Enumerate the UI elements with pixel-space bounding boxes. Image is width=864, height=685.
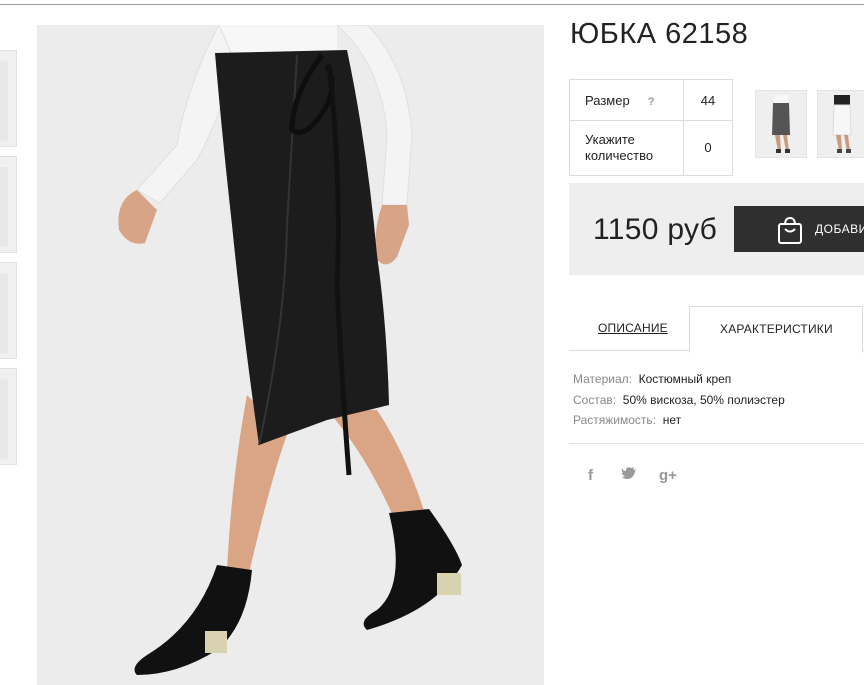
tab-characteristics[interactable]: ХАРАКТЕРИСТИКИ bbox=[689, 306, 863, 353]
spec-key: Растяжимость: bbox=[573, 413, 657, 427]
section-divider bbox=[569, 443, 864, 444]
quantity-input[interactable]: 0 bbox=[683, 120, 733, 176]
main-product-image[interactable] bbox=[37, 25, 544, 685]
gallery-thumbnail[interactable] bbox=[0, 368, 17, 465]
spec-value: Костюмный креп bbox=[638, 372, 732, 386]
facebook-icon[interactable]: f bbox=[588, 467, 593, 484]
twitter-icon[interactable] bbox=[621, 467, 637, 485]
size-value[interactable]: 44 bbox=[683, 79, 733, 121]
spec-row: Состав: 50% вискоза, 50% полиэстер bbox=[573, 390, 785, 411]
spec-row: Растяжимость: нет bbox=[573, 410, 785, 431]
spec-key: Материал: bbox=[573, 372, 632, 386]
top-divider bbox=[0, 4, 864, 5]
shopping-bag-icon bbox=[776, 215, 804, 250]
product-thumbnail[interactable] bbox=[817, 90, 864, 158]
gallery-thumbnail[interactable] bbox=[0, 156, 17, 253]
tab-characteristics-label: ХАРАКТЕРИСТИКИ bbox=[720, 322, 833, 336]
size-label-cell: Размер? bbox=[568, 79, 685, 121]
spec-row: Материал: Костюмный креп bbox=[573, 369, 785, 390]
spec-value: нет bbox=[662, 413, 682, 427]
characteristics-list: Материал: Костюмный креп Состав: 50% вис… bbox=[573, 369, 785, 431]
thumbnail-illustration bbox=[832, 95, 852, 153]
product-photo-illustration bbox=[118, 25, 462, 675]
product-options-table: Размер? 44 Укажите количество 0 bbox=[568, 79, 733, 176]
google-plus-icon[interactable]: g+ bbox=[659, 467, 677, 484]
add-to-cart-button[interactable]: ДОБАВИ bbox=[734, 206, 864, 252]
spec-key: Состав: bbox=[573, 392, 617, 407]
quantity-label: Укажите количество bbox=[568, 120, 685, 176]
gallery-thumbnail[interactable] bbox=[0, 50, 17, 147]
spec-value: 50% вискоза, 50% полиэстер bbox=[622, 392, 785, 407]
tab-description[interactable]: ОПИСАНИЕ bbox=[598, 321, 668, 335]
gallery-thumbnail[interactable] bbox=[0, 262, 17, 359]
product-thumbnail[interactable] bbox=[755, 90, 807, 158]
price-panel: 1150 руб ДОБАВИ bbox=[569, 183, 864, 275]
add-to-cart-label: ДОБАВИ bbox=[815, 222, 864, 236]
size-label: Размер bbox=[585, 92, 630, 108]
thumbnail-illustration bbox=[772, 95, 790, 153]
product-price: 1150 руб bbox=[593, 213, 718, 246]
product-title: ЮБКА 62158 bbox=[570, 18, 749, 50]
size-help-icon[interactable]: ? bbox=[648, 96, 655, 108]
